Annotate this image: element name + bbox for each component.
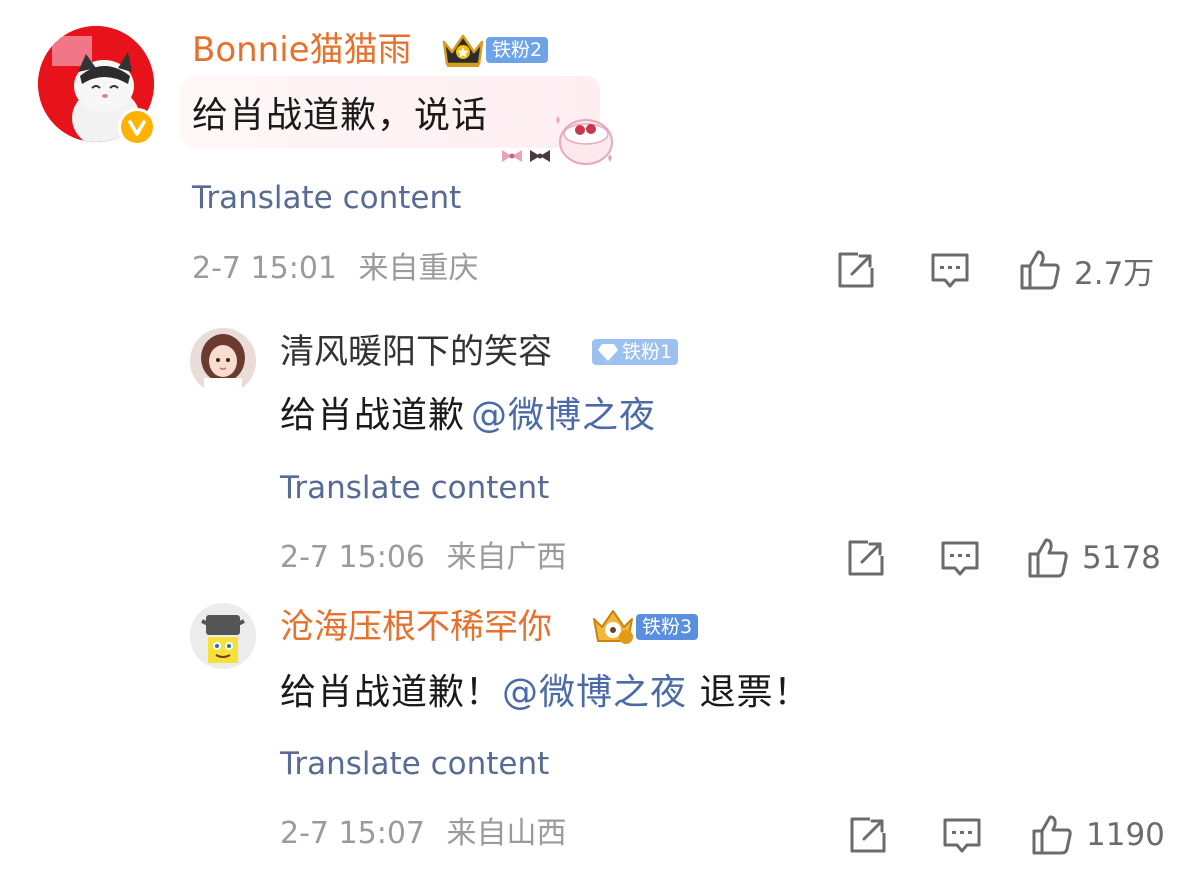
comment-button[interactable] <box>940 813 984 857</box>
comment-text: 给肖战道歉！@微博之夜 退票！ <box>280 671 810 715</box>
comment-text: 给肖战道歉 @微博之夜 <box>280 394 656 438</box>
b-crown-icon <box>590 605 636 647</box>
comment-meta: 2-7 15:01 来自重庆 <box>192 251 479 287</box>
mention-link[interactable]: @微博之夜 <box>502 672 687 713</box>
translate-link[interactable]: Translate content <box>192 180 461 216</box>
repost-icon <box>848 540 884 576</box>
fan-badge-label: 铁粉1 <box>622 341 673 363</box>
repost-button[interactable] <box>844 536 888 580</box>
thumbs-up-icon <box>1028 538 1068 578</box>
avatar-girl-image <box>190 328 256 394</box>
comment-icon <box>931 253 969 288</box>
username[interactable]: 清风暖阳下的笑容 <box>280 332 552 372</box>
verified-v-icon <box>118 108 156 146</box>
avatar[interactable] <box>190 328 256 394</box>
avatar-sponge-image <box>190 603 256 669</box>
like-count: 5178 <box>1082 540 1161 576</box>
repost-icon <box>838 252 874 288</box>
comment-item: Bonnie猫猫雨 铁粉2 给肖战道歉，说话 Translate content… <box>0 0 1200 300</box>
comment-button[interactable] <box>938 536 982 580</box>
like-count: 2.7万 <box>1074 255 1155 292</box>
comment-button[interactable] <box>928 248 972 292</box>
like-button[interactable]: 1190 <box>1030 813 1165 857</box>
like-count: 1190 <box>1086 817 1165 853</box>
fan-badge[interactable]: 铁粉2 <box>486 37 549 63</box>
fan-badge[interactable]: 铁粉3 <box>636 614 699 640</box>
fan-badge[interactable]: 铁粉1 <box>592 339 679 365</box>
reply-item: 清风暖阳下的笑容 铁粉1 给肖战道歉 @微博之夜 Translate conten… <box>0 300 1200 585</box>
repost-button[interactable] <box>846 813 890 857</box>
comment-date: 2-7 15:01 <box>192 251 337 286</box>
comment-location: 来自重庆 <box>358 251 479 286</box>
crown-icon <box>440 30 486 70</box>
comment-meta: 2-7 15:06 来自广西 <box>280 540 567 576</box>
repost-icon <box>850 817 886 853</box>
reply-item: 沧海压根不稀罕你 铁粉3 给肖战道歉！@微博之夜 退票！ Translate c… <box>0 585 1200 880</box>
comment-date: 2-7 15:07 <box>280 816 425 851</box>
comment-text-prefix: 给肖战道歉 <box>280 395 466 436</box>
comment-icon <box>941 541 979 576</box>
thumbs-up-icon <box>1020 250 1060 290</box>
thumbs-up-icon <box>1032 815 1072 855</box>
translate-link[interactable]: Translate content <box>280 470 549 506</box>
repost-button[interactable] <box>834 248 878 292</box>
comment-icon <box>943 818 981 853</box>
like-button[interactable]: 2.7万 <box>1018 248 1154 292</box>
comment-thread: Bonnie猫猫雨 铁粉2 给肖战道歉，说话 Translate content… <box>0 0 1200 880</box>
comment-text: 给肖战道歉，说话 <box>192 95 489 136</box>
cake-decoration-icon <box>496 108 616 168</box>
comment-location: 来自广西 <box>446 540 567 575</box>
avatar[interactable] <box>190 603 256 669</box>
like-button[interactable]: 5178 <box>1026 536 1161 580</box>
username[interactable]: 沧海压根不稀罕你 <box>280 607 552 647</box>
mention-link[interactable]: @微博之夜 <box>471 395 656 436</box>
comment-text-suffix: 退票！ <box>687 672 811 713</box>
comment-date: 2-7 15:06 <box>280 540 425 575</box>
username[interactable]: Bonnie猫猫雨 <box>192 30 412 70</box>
translate-link[interactable]: Translate content <box>280 746 549 782</box>
comment-meta: 2-7 15:07 来自山西 <box>280 816 567 852</box>
comment-location: 来自山西 <box>446 816 567 851</box>
diamond-icon <box>598 344 618 361</box>
comment-text-prefix: 给肖战道歉！ <box>280 672 503 713</box>
